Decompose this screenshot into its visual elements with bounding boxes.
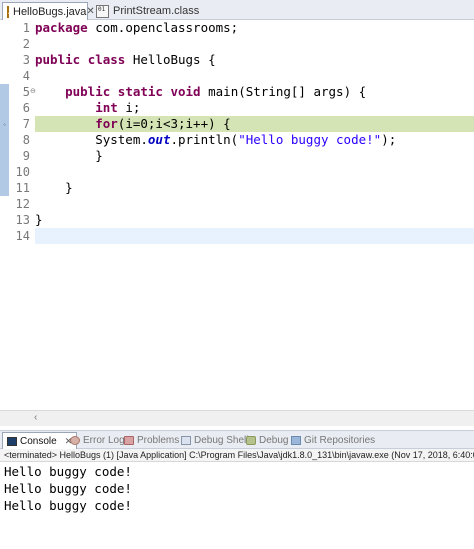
left-ruler[interactable]: ◦ bbox=[0, 20, 9, 410]
debug-icon bbox=[246, 435, 256, 445]
java-file-icon bbox=[7, 5, 12, 18]
code-editor[interactable]: ◦ 1 2 3 4 5 6 7 8 9 10 11 12 13 14 ⊖ package com.open… bbox=[0, 20, 474, 410]
line-number: 13 bbox=[15, 213, 30, 227]
console-icon bbox=[7, 436, 17, 446]
tab-label: HelloBugs.java bbox=[13, 5, 87, 18]
horizontal-scrollbar[interactable]: ‹ bbox=[0, 410, 474, 426]
scroll-left-icon[interactable]: ‹ bbox=[34, 412, 37, 423]
problems-icon bbox=[124, 435, 134, 445]
tab-git-repositories[interactable]: Git Repositories bbox=[291, 432, 375, 448]
tab-console[interactable]: Console ✕ bbox=[2, 432, 78, 449]
error-log-icon bbox=[70, 435, 80, 445]
tab-label: Console bbox=[20, 435, 57, 447]
code-line-7: for(i=0;i<3;i++) { bbox=[35, 116, 474, 132]
console-output-line: Hello buggy code! bbox=[4, 481, 132, 496]
line-number: 1 bbox=[22, 21, 30, 35]
tab-label: PrintStream.class bbox=[113, 5, 200, 17]
line-number: 2 bbox=[22, 37, 30, 51]
line-number: 3 bbox=[22, 53, 30, 67]
line-number: 6 bbox=[22, 101, 30, 115]
code-line-5: public static void main(String[] args) { bbox=[65, 84, 367, 99]
console-terminated-status: <terminated> HelloBugs (1) [Java Applica… bbox=[0, 449, 474, 462]
tab-label: Debug Shell bbox=[194, 434, 249, 446]
class-file-icon bbox=[96, 4, 109, 18]
line-number: 12 bbox=[15, 197, 30, 211]
console-output-line: Hello buggy code! bbox=[4, 498, 132, 513]
tab-label: Debug bbox=[259, 434, 289, 446]
line-number: 10 bbox=[15, 165, 30, 179]
breakpoint-marker-icon[interactable]: ◦ bbox=[0, 118, 9, 131]
line-number: 5 bbox=[22, 85, 30, 99]
line-number: 11 bbox=[15, 181, 30, 195]
editor-tab-bar: HelloBugs.java ✕ PrintStream.class bbox=[0, 0, 474, 20]
code-line-3: public class HelloBugs { bbox=[35, 52, 216, 67]
tab-debug[interactable]: Debug bbox=[246, 432, 288, 448]
tab-label: Problems bbox=[137, 434, 180, 446]
tab-problems[interactable]: Problems bbox=[124, 432, 179, 448]
git-repositories-icon bbox=[291, 435, 301, 445]
console-output-line: Hello buggy code! bbox=[4, 464, 132, 479]
tab-printstream-class[interactable]: PrintStream.class bbox=[92, 2, 212, 20]
code-line-11: } bbox=[35, 180, 73, 195]
code-line-9: } bbox=[35, 148, 103, 163]
console-output[interactable]: Hello buggy code! Hello buggy code! Hell… bbox=[4, 463, 470, 514]
tab-label: Git Repositories bbox=[304, 434, 376, 446]
line-number: 14 bbox=[15, 229, 30, 243]
code-line-1: package com.openclassrooms; bbox=[35, 20, 239, 35]
view-tab-bar: Console ✕ Error Log Problems Debug Shell… bbox=[0, 430, 474, 449]
code-line-6: int i; bbox=[95, 100, 141, 115]
tab-label: Error Log bbox=[83, 434, 125, 446]
line-number: 7 bbox=[22, 117, 30, 131]
code-line-14 bbox=[35, 228, 474, 244]
tab-error-log[interactable]: Error Log bbox=[70, 432, 125, 448]
code-line-13: } bbox=[35, 212, 43, 227]
code-line-8: System.out.println("Hello buggy code!"); bbox=[35, 132, 397, 147]
line-number: 9 bbox=[22, 149, 30, 163]
line-number: 8 bbox=[22, 133, 30, 147]
change-indicator-bar bbox=[0, 84, 9, 196]
debug-shell-icon bbox=[181, 435, 191, 445]
line-number: 4 bbox=[22, 69, 30, 83]
tab-hellobugs-java[interactable]: HelloBugs.java ✕ bbox=[2, 2, 95, 20]
tab-debug-shell[interactable]: Debug Shell bbox=[181, 432, 248, 448]
